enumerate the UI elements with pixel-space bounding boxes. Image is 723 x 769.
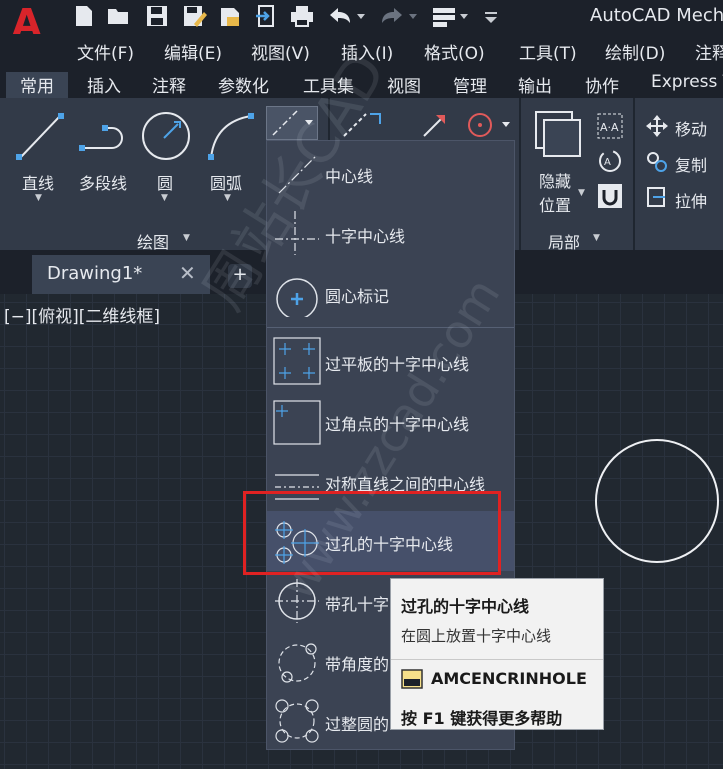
copy-icon[interactable] [645,150,671,174]
tab-annotate[interactable]: 注释 [148,72,190,97]
menu-insert[interactable]: 插入(I) [341,39,393,64]
polyline-button-label[interactable]: 多段线 [79,170,127,194]
customize-icon[interactable] [482,4,506,28]
tab-view[interactable]: 视图 [383,72,425,97]
new-icon[interactable] [72,4,96,28]
cross-with-hole-icon [273,577,321,625]
dd-separator [267,327,514,328]
dd-item-corner-cross[interactable]: 过角点的十字中心线 [267,391,514,451]
undo-icon[interactable] [326,4,365,28]
menu-file[interactable]: 文件(F) [77,39,134,64]
tab-collaborate[interactable]: 协作 [581,72,623,97]
magnet-icon[interactable] [596,182,624,210]
app-title: AutoCAD Mech [590,5,723,26]
menu-view[interactable]: 视图(V) [251,39,310,64]
cross-centerline-icon [273,209,321,257]
tab-toolsets[interactable]: 工具集 [299,72,358,97]
save-as-icon[interactable] [182,4,207,28]
dd-item-label: 过平板的十字中心线 [325,355,470,374]
dd-item-plate-cross[interactable]: 过平板的十字中心线 [267,331,514,391]
arc-button-label[interactable]: 圆弧 [210,170,242,194]
viewport-label[interactable]: [−][俯视][二维线框] [4,302,160,327]
tooltip: 过孔的十字中心线 在圆上放置十字中心线 AMCENCRINHOLE 按 F1 键… [390,578,604,730]
corner-cross-centerline-icon [273,397,321,445]
open-icon[interactable] [106,4,130,28]
svg-text:A·A: A·A [600,121,619,134]
line-caret-icon[interactable]: ▼ [35,193,42,203]
menu-edit[interactable]: 编辑(E) [164,39,222,64]
close-tab-icon[interactable]: ✕ [179,261,196,285]
dd-item-label: 圆心标记 [325,287,390,306]
circle-icon[interactable] [140,110,192,162]
copy-label[interactable]: 复制 [675,152,707,176]
circle-entity[interactable] [594,438,720,564]
dd-item-cross-centerline[interactable]: 十字中心线 [267,203,514,263]
circle-center-icon[interactable] [464,110,514,140]
dd-item-label: 带孔十字 [325,595,390,614]
tooltip-description: 在圆上放置十字中心线 [401,627,552,645]
hide-caret-icon[interactable]: ▼ [578,188,585,198]
workspace-icon[interactable] [431,4,468,28]
save-icon[interactable] [145,4,169,28]
move-icon[interactable] [645,114,669,138]
redo-icon[interactable] [378,4,417,28]
tooltip-title: 过孔的十字中心线 [401,597,530,616]
drawing-tab-label[interactable]: Drawing1* [47,263,142,284]
plot-icon[interactable] [289,4,313,28]
circle-button-label[interactable]: 圆 [157,170,173,194]
highlight-box [243,491,501,575]
tab-manage[interactable]: 管理 [449,72,491,97]
text-style-icon[interactable]: A·A [596,112,624,140]
svg-text:A: A [604,157,611,168]
polyline-icon[interactable] [78,108,134,164]
dd-item-centerline[interactable]: 中心线 [267,143,514,203]
command-line-icon [401,669,423,689]
tab-insert[interactable]: 插入 [83,72,125,97]
line-button-label[interactable]: 直线 [22,170,54,194]
new-tab-button[interactable]: + [228,264,252,288]
center-mark-icon [273,269,321,320]
centerline-icon [273,149,321,197]
dd-item-label: 中心线 [325,167,374,186]
hide-label[interactable]: 隐藏 [539,168,571,192]
tooltip-command: AMCENCRINHOLE [431,669,587,688]
stretch-label[interactable]: 拉伸 [675,188,707,212]
plate-cross-centerline-icon [273,337,321,385]
leader-icon[interactable] [420,110,450,140]
draw-panel-caret-icon[interactable]: ▼ [183,233,190,243]
panel-separator-3 [633,98,635,250]
arc-caret-icon[interactable]: ▼ [224,193,231,203]
full-circle-centerline-icon [273,697,321,745]
tab-express[interactable]: Express T [647,72,723,92]
centerline-split-button[interactable] [266,106,318,140]
dd-item-label: 过角点的十字中心线 [325,415,470,434]
tab-output[interactable]: 输出 [514,72,556,97]
tooltip-help: 按 F1 键获得更多帮助 [401,709,563,728]
circle-caret-icon[interactable]: ▼ [161,193,168,203]
dd-item-center-mark[interactable]: 圆心标记 [267,263,514,323]
position-label[interactable]: 位置 [539,192,571,216]
dd-item-label: 十字中心线 [325,227,406,246]
panel-separator-2 [519,98,521,250]
stretch-icon[interactable] [645,185,669,209]
hide-position-icon[interactable] [534,110,582,158]
menu-annotate[interactable]: 注释 [695,39,723,64]
move-label[interactable]: 移动 [675,116,707,140]
arc-icon[interactable] [203,108,259,164]
tab-home[interactable]: 常用 [6,72,68,98]
share-icon[interactable] [254,4,278,28]
dd-item-label: 过整圆的 [325,715,390,734]
refresh-icon[interactable]: A [596,147,624,175]
tooltip-separator [391,659,603,660]
tab-parametric[interactable]: 参数化 [214,72,273,97]
angled-centerline-icon [273,637,321,685]
dimension-icon[interactable] [340,110,384,140]
open-web-icon[interactable] [218,4,242,28]
line-icon[interactable] [14,108,66,164]
menu-format[interactable]: 格式(O) [424,39,485,64]
menu-draw[interactable]: 绘制(D) [605,39,665,64]
detail-panel-caret-icon[interactable]: ▼ [593,233,600,243]
menu-tools[interactable]: 工具(T) [519,39,577,64]
dd-item-label: 带角度的 [325,655,390,674]
